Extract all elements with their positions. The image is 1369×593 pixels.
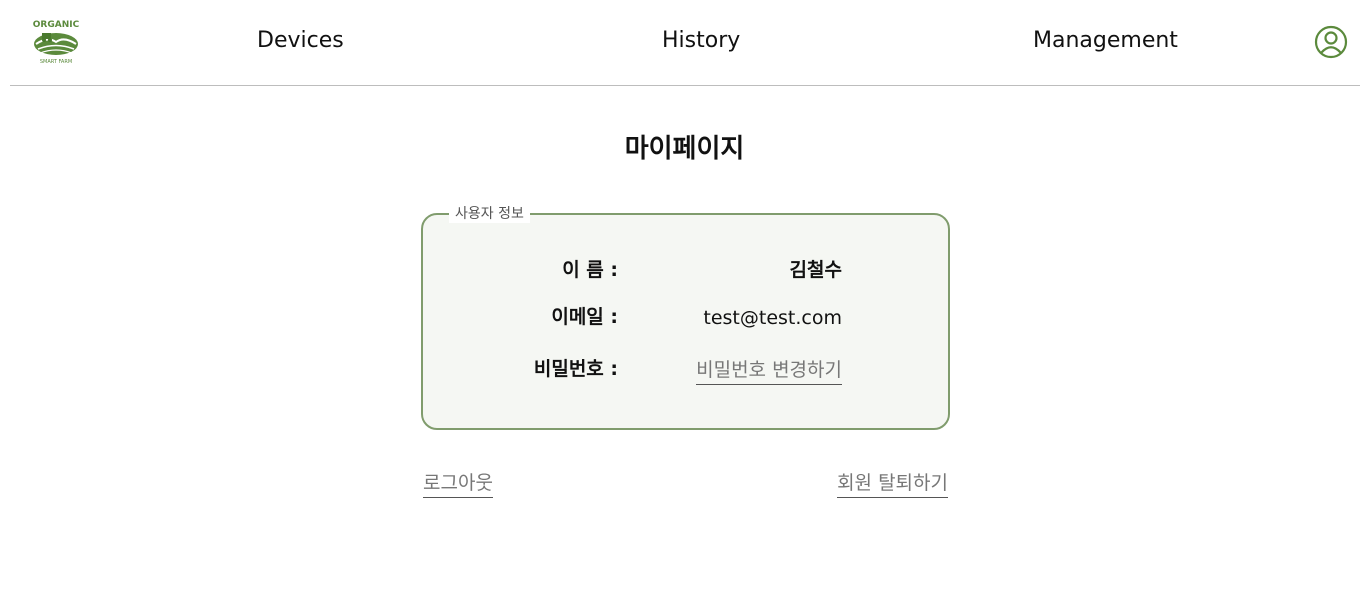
nav-history[interactable]: History [662,28,740,54]
page-title: 마이페이지 [624,134,745,164]
svg-text:SMART FARM: SMART FARM [40,59,72,65]
logout-link[interactable]: 로그아웃 [423,471,493,498]
name-value: 김철수 [789,259,842,281]
nav-management[interactable]: Management [1033,28,1178,54]
email-label: 이메일 : [551,306,618,328]
top-navbar: ORGANIC SMART FARM Devices History Manag… [10,0,1360,86]
organic-smart-farm-logo[interactable]: ORGANIC SMART FARM [28,16,84,66]
svg-text:ORGANIC: ORGANIC [33,20,80,30]
user-circle-icon[interactable] [1313,24,1349,60]
email-value: test@test.com [703,307,842,329]
change-password-link[interactable]: 비밀번호 변경하기 [696,358,842,385]
name-label: 이 름 : [562,259,618,281]
password-label: 비밀번호 : [533,358,618,380]
user-info-panel: 사용자 정보 이 름 : 김철수 이메일 : test@test.com 비밀번… [421,205,950,430]
user-info-legend: 사용자 정보 [449,205,530,223]
withdraw-account-link[interactable]: 회원 탈퇴하기 [837,471,948,498]
nav-devices[interactable]: Devices [257,28,344,54]
